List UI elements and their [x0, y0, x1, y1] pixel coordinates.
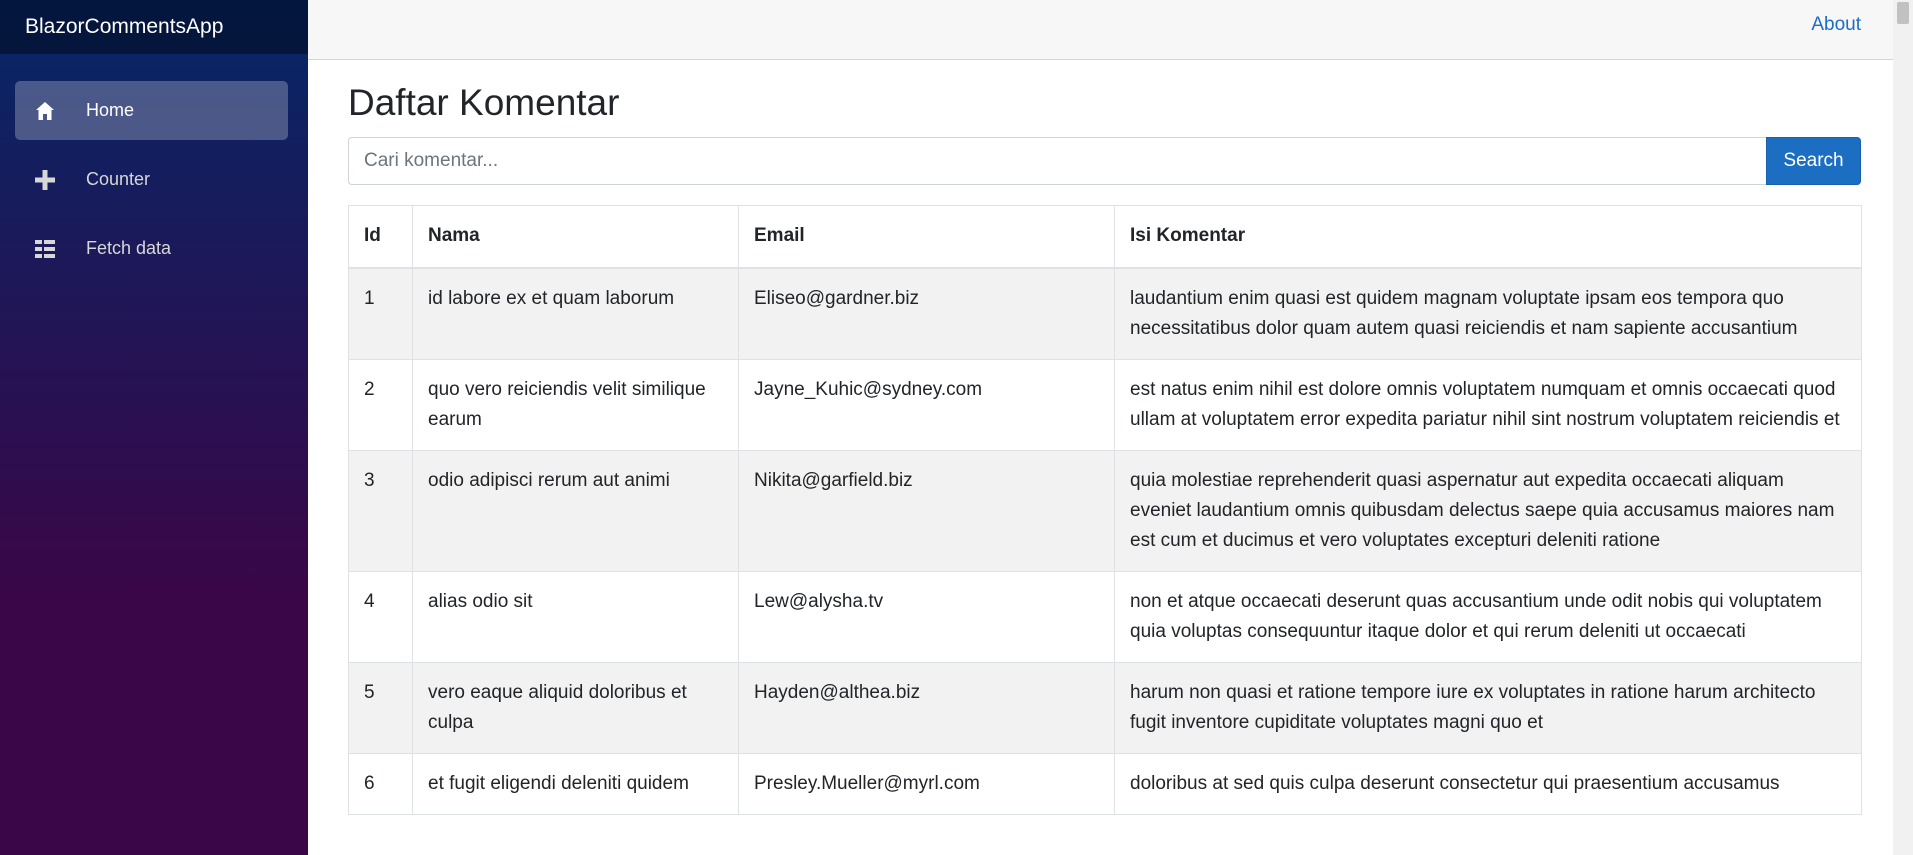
cell-name: et fugit eligendi deleniti quidem [412, 752, 739, 815]
cell-body: laudantium enim quasi est quidem magnam … [1114, 267, 1862, 360]
brand-link[interactable]: BlazorCommentsApp [25, 15, 223, 39]
cell-id: 1 [348, 267, 413, 360]
page-scrollbar[interactable] [1893, 0, 1913, 855]
nav-item-home[interactable]: Home [15, 81, 288, 140]
cell-body: est natus enim nihil est dolore omnis vo… [1114, 358, 1862, 451]
list-icon [34, 238, 56, 260]
search-group: Search [348, 136, 1861, 185]
cell-name: quo vero reiciendis velit similique earu… [412, 358, 739, 451]
column-header-name: Nama [412, 204, 739, 269]
main-area: About Daftar Komentar Search Id Nama Ema… [308, 0, 1893, 855]
table-row: 5 vero eaque aliquid doloribus et culpa … [348, 661, 1862, 754]
table-header-row: Id Nama Email Isi Komentar [348, 204, 1862, 269]
nav-menu: Home Counter Fetch data [0, 54, 308, 278]
content: Daftar Komentar Search Id Nama Email Isi… [308, 60, 1893, 815]
plus-icon [34, 169, 56, 191]
column-header-id: Id [348, 204, 413, 269]
cell-id: 3 [348, 449, 413, 572]
column-header-email: Email [738, 204, 1115, 269]
brand-bar: BlazorCommentsApp [0, 0, 308, 54]
cell-id: 4 [348, 570, 413, 663]
page-title: Daftar Komentar [348, 82, 620, 123]
cell-id: 2 [348, 358, 413, 451]
cell-email: Jayne_Kuhic@sydney.com [738, 358, 1115, 451]
nav-item-label: Counter [86, 169, 151, 189]
cell-body: non et atque occaecati deserunt quas acc… [1114, 570, 1862, 663]
cell-body: doloribus at sed quis culpa deserunt con… [1114, 752, 1862, 815]
nav-item-fetch-data[interactable]: Fetch data [15, 219, 288, 278]
about-link[interactable]: About [1811, 14, 1861, 36]
cell-email: Hayden@althea.biz [738, 661, 1115, 754]
cell-email: Eliseo@gardner.biz [738, 267, 1115, 360]
sidebar: BlazorCommentsApp Home Counter Fetch dat [0, 0, 308, 855]
comments-table: Id Nama Email Isi Komentar 1 id labore e… [348, 204, 1862, 815]
table-row: 2 quo vero reiciendis velit similique ea… [348, 358, 1862, 451]
cell-name: odio adipisci rerum aut animi [412, 449, 739, 572]
search-button[interactable]: Search [1766, 136, 1861, 185]
search-input[interactable] [348, 136, 1766, 185]
nav-item-counter[interactable]: Counter [15, 150, 288, 209]
table-row: 4 alias odio sit Lew@alysha.tv non et at… [348, 570, 1862, 663]
home-icon [34, 100, 56, 122]
cell-id: 5 [348, 661, 413, 754]
table-row: 3 odio adipisci rerum aut animi Nikita@g… [348, 449, 1862, 572]
cell-email: Presley.Mueller@myrl.com [738, 752, 1115, 815]
cell-body: harum non quasi et ratione tempore iure … [1114, 661, 1862, 754]
cell-email: Nikita@garfield.biz [738, 449, 1115, 572]
cell-name: vero eaque aliquid doloribus et culpa [412, 661, 739, 754]
nav-item-label: Fetch data [86, 238, 172, 258]
cell-name: alias odio sit [412, 570, 739, 663]
top-bar: About [308, 0, 1893, 60]
scrollbar-thumb[interactable] [1897, 2, 1909, 24]
column-header-body: Isi Komentar [1114, 204, 1862, 269]
nav-item-label: Home [86, 100, 135, 120]
table-row: 1 id labore ex et quam laborum Eliseo@ga… [348, 267, 1862, 360]
cell-id: 6 [348, 752, 413, 815]
cell-email: Lew@alysha.tv [738, 570, 1115, 663]
cell-body: quia molestiae reprehenderit quasi asper… [1114, 449, 1862, 572]
table-row: 6 et fugit eligendi deleniti quidem Pres… [348, 752, 1862, 815]
cell-name: id labore ex et quam laborum [412, 267, 739, 360]
